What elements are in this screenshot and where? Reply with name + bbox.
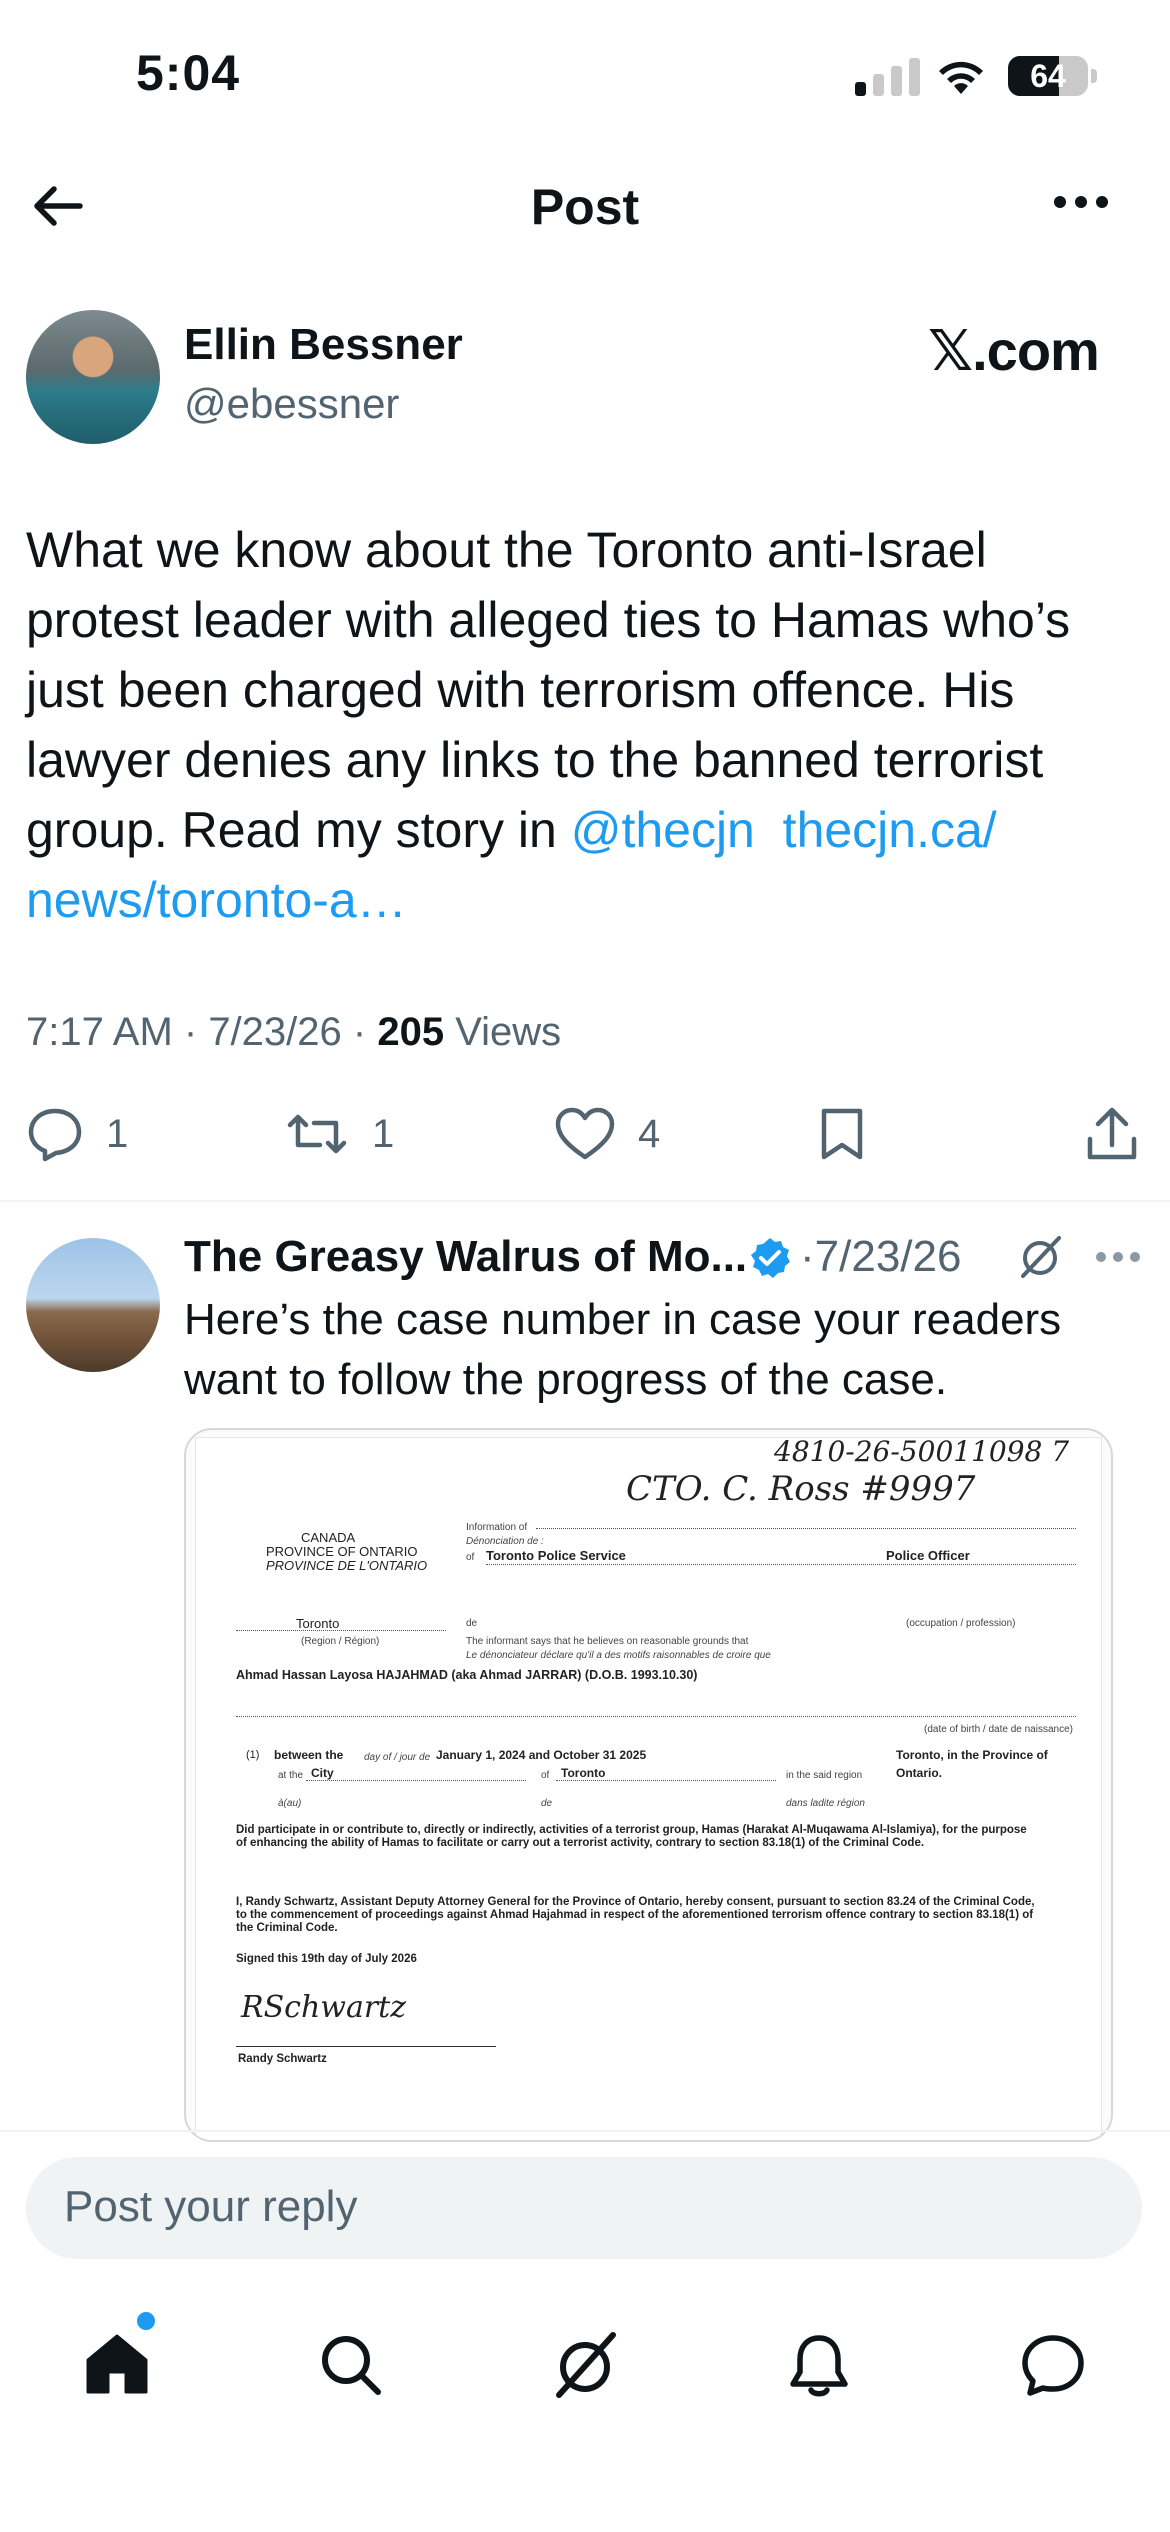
grok-icon[interactable] <box>1015 1232 1065 1282</box>
reply-text: Here’s the case number in case your read… <box>184 1295 1062 1404</box>
doc-dans: dans ladite région <box>786 1798 865 1809</box>
post-actions: 1 1 4 <box>26 1105 1146 1175</box>
search-icon <box>322 2336 381 2395</box>
reply-date-value: 7/23/26 <box>814 1232 962 1281</box>
share-icon <box>1087 1107 1137 1160</box>
share-button[interactable] <box>1084 1105 1140 1163</box>
home-icon <box>86 2334 148 2394</box>
doc-day-label: day of / jour de <box>364 1752 431 1763</box>
composer-divider <box>0 2130 1170 2132</box>
doc-country: CANADA <box>301 1530 356 1545</box>
page-title: Post <box>530 179 640 235</box>
doc-city-label: City <box>311 1766 334 1780</box>
reply-image-document[interactable]: 4810-26-50011098 7 CTO. C. Ross #9997 CA… <box>184 1428 1113 2142</box>
doc-informant-fr: Le dénonciateur déclare qu'il a des moti… <box>466 1650 771 1661</box>
reply-icon <box>28 1108 82 1162</box>
battery-tip <box>1091 69 1097 83</box>
bookmark-icon <box>821 1108 863 1160</box>
reply-author-name[interactable]: The Greasy Walrus of Mo... <box>184 1232 747 1282</box>
divider <box>0 1200 1170 1202</box>
post-text: What we know about the Toronto anti-Isra… <box>26 515 1146 935</box>
like-count: 4 <box>638 1111 661 1156</box>
author-handle[interactable]: @ebessner <box>184 380 399 428</box>
reply-button[interactable]: 1 <box>26 1105 128 1163</box>
doc-de: de <box>466 1618 478 1629</box>
home-notification-dot <box>134 2309 158 2333</box>
doc-accused: Ahmad Hassan Layosa HAJAHMAD (aka Ahmad … <box>236 1668 698 1682</box>
doc-denonciation: Dénonciation de : <box>466 1536 544 1547</box>
doc-police-service: Toronto Police Service <box>486 1548 626 1563</box>
reply-author-avatar[interactable] <box>26 1238 160 1372</box>
battery-icon: 64 <box>1008 56 1088 96</box>
bell-icon <box>790 2335 848 2397</box>
x-brand-label: 𝕏.com <box>928 319 1100 382</box>
doc-signature: RSchwartz <box>241 1990 407 2025</box>
repost-button[interactable]: 1 <box>284 1105 394 1163</box>
doc-au: à(au) <box>278 1798 302 1809</box>
more-options-button[interactable] <box>1054 196 1108 208</box>
handwritten-case-number: 4810-26-50011098 7 <box>774 1435 1070 1468</box>
doc-dob-label: (date of birth / date de naissance) <box>924 1724 1073 1735</box>
reply-date: ·7/23/26 <box>800 1232 962 1281</box>
reply-more-options-button[interactable] <box>1096 1252 1140 1262</box>
repost-count: 1 <box>372 1111 395 1156</box>
reply-count: 1 <box>106 1111 129 1156</box>
doc-region: (Region / Région) <box>301 1636 380 1647</box>
battery-percent: 64 <box>1030 58 1066 94</box>
like-button[interactable]: 4 <box>554 1105 660 1163</box>
doc-signer: Randy Schwartz <box>238 2053 327 2065</box>
tab-notifications[interactable] <box>774 2320 864 2410</box>
doc-officer-title: Police Officer <box>886 1548 970 1563</box>
doc-province-location: Toronto, in the Province of <box>896 1748 1048 1762</box>
post-time: 7:17 AM <box>26 1010 173 1054</box>
doc-occupation: (occupation / profession) <box>906 1618 1016 1629</box>
doc-city: Toronto <box>296 1616 340 1631</box>
doc-toronto: Toronto <box>561 1766 606 1780</box>
author-name[interactable]: Ellin Bessner <box>184 320 463 370</box>
heart-icon <box>555 1107 615 1160</box>
doc-between: between the <box>274 1748 344 1762</box>
doc-in-region: in the said region <box>786 1770 863 1781</box>
doc-signed: Signed this 19th day of July 2026 <box>236 1953 417 1965</box>
messages-icon <box>1022 2335 1084 2396</box>
tab-home[interactable] <box>72 2320 162 2410</box>
wifi-icon <box>939 61 983 94</box>
doc-at-the: at the <box>278 1770 304 1781</box>
cellular-signal-icon <box>855 58 920 96</box>
grok-tab-icon <box>556 2332 616 2398</box>
status-time: 5:04 <box>136 45 241 101</box>
doc-charge: Did participate in or contribute to, dir… <box>236 1824 1027 1849</box>
doc-informant-en: The informant says that he believes on r… <box>466 1636 749 1647</box>
tab-messages[interactable] <box>1008 2320 1098 2410</box>
verified-badge-icon <box>751 1238 790 1278</box>
doc-ontario: Ontario. <box>896 1766 943 1780</box>
reply-input-placeholder[interactable]: Post your reply <box>64 2182 357 2232</box>
post-meta: 7:17 AM · 7/23/26 · 205 Views <box>26 1010 562 1054</box>
doc-of-2: of <box>541 1770 550 1781</box>
mention-link[interactable]: @thecjn <box>571 802 755 858</box>
doc-province-fr: PROVINCE DE L'ONTARIO <box>266 1558 428 1573</box>
doc-consent: I, Randy Schwartz, Assistant Deputy Atto… <box>236 1896 1035 1934</box>
doc-dates: January 1, 2024 and October 31 2025 <box>436 1748 647 1762</box>
court-document: 4810-26-50011098 7 CTO. C. Ross #9997 CA… <box>196 1438 1101 2140</box>
repost-icon <box>287 1114 347 1154</box>
tab-grok[interactable] <box>540 2320 630 2410</box>
doc-information-of: Information of <box>466 1522 528 1533</box>
doc-de-2: de <box>541 1798 553 1809</box>
bookmark-button[interactable] <box>816 1105 868 1163</box>
doc-of: of <box>466 1552 475 1563</box>
tab-search[interactable] <box>306 2320 396 2410</box>
author-avatar[interactable] <box>26 310 160 444</box>
views-label: Views <box>455 1010 562 1054</box>
handwritten-officer: CTO. C. Ross #9997 <box>626 1469 976 1509</box>
doc-count-number: (1) <box>246 1749 260 1761</box>
doc-province-en: PROVINCE OF ONTARIO <box>266 1544 418 1559</box>
views-count: 205 <box>377 1010 445 1054</box>
post-date: 7/23/26 <box>208 1010 342 1054</box>
